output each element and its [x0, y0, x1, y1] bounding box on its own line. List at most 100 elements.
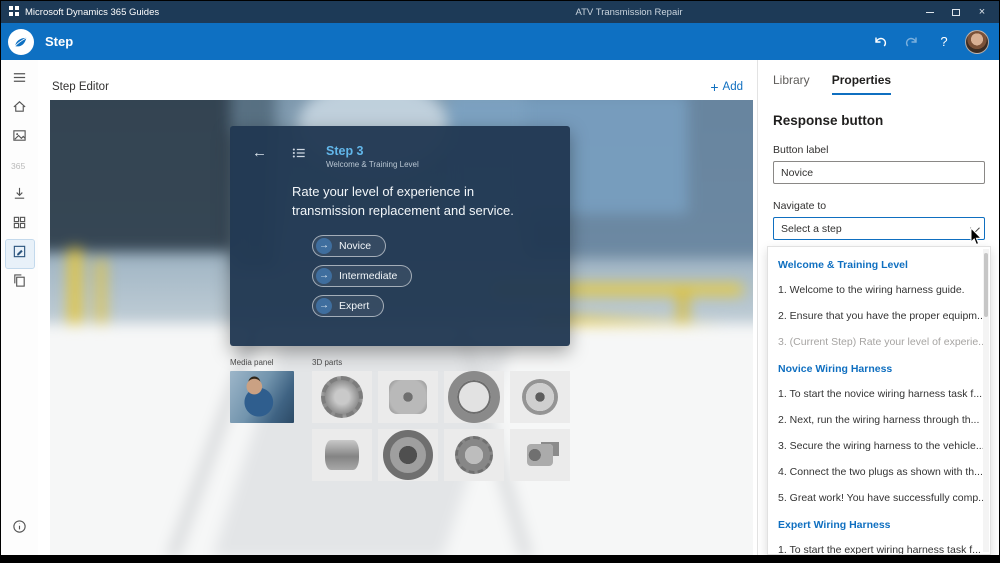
home-icon	[12, 99, 27, 119]
dropdown-item[interactable]: 5. Great work! You have successfully com…	[768, 485, 990, 511]
download-icon	[12, 186, 27, 206]
response-button-novice[interactable]: → Novice	[312, 234, 387, 257]
maximize-button[interactable]	[943, 1, 969, 23]
grid-icon	[12, 215, 27, 235]
button-label-input[interactable]	[773, 161, 985, 184]
arrow-circle-icon: →	[316, 297, 332, 314]
3d-part-thumbnail-bearing-ring[interactable]	[444, 371, 504, 423]
copy-icon	[12, 273, 27, 293]
image-icon	[12, 128, 27, 148]
undo-button[interactable]	[869, 31, 891, 53]
response-button-label: Novice	[339, 239, 372, 252]
dropdown-group-header: Expert Wiring Harness	[778, 519, 891, 531]
navigate-to-label: Navigate to	[773, 200, 827, 212]
info-icon	[12, 519, 27, 539]
response-button-label: Expert	[339, 299, 370, 312]
chevron-down-icon[interactable]	[969, 223, 980, 234]
response-button-intermediate[interactable]: → Intermediate	[312, 264, 413, 287]
step-label: Step 3	[326, 144, 364, 158]
user-avatar[interactable]	[965, 29, 989, 54]
sidebar-item-gallery[interactable]	[6, 211, 34, 239]
parts-panel: 3D parts	[312, 358, 574, 481]
titlebar: Microsoft Dynamics 365 Guides ATV Transm…	[1, 1, 999, 23]
minimize-icon	[926, 11, 934, 13]
parts-label: 3D parts	[312, 358, 343, 367]
sidebar-item-dynamics-365[interactable]: 365	[6, 153, 34, 181]
3d-part-thumbnail-bushing[interactable]	[312, 429, 372, 481]
editor-toolbar: Step Editor + Add	[38, 60, 757, 100]
3d-part-thumbnail-sprocket[interactable]	[444, 429, 504, 481]
editor-canvas[interactable]: ← Step 3 Welcome & Training Level Rate y…	[50, 100, 753, 555]
step-dropdown-list: Welcome & Training Level 1. Welcome to th…	[767, 246, 991, 555]
hamburger-icon	[12, 70, 27, 90]
step-card[interactable]: ← Step 3 Welcome & Training Level Rate y…	[230, 126, 570, 346]
redo-icon	[905, 37, 917, 46]
app-window: Microsoft Dynamics 365 Guides ATV Transm…	[0, 0, 1000, 563]
dropdown-scrollbar[interactable]	[983, 249, 989, 552]
close-icon: ×	[978, 6, 986, 18]
3d-part-thumbnail-u-joint[interactable]	[510, 429, 570, 481]
dropdown-item: 3. (Current Step) Rate your level of exp…	[778, 336, 987, 348]
window-bottom-edge	[1, 555, 999, 562]
d365-icon: 365	[11, 158, 29, 176]
navigate-to-select[interactable]: Select a step	[773, 217, 985, 240]
dropdown-item[interactable]: 3. Secure the wiring harness to the vehi…	[768, 433, 990, 459]
page-title: Step	[45, 34, 74, 49]
button-label-label: Button label	[773, 144, 829, 156]
step-editor-area: Step Editor + Add ← Step 3 Welcome & Tra…	[38, 60, 757, 555]
sidebar-item-menu[interactable]	[6, 66, 34, 94]
dropdown-item[interactable]: 1. Welcome to the wiring harness guide.	[768, 277, 990, 303]
dropdown-item[interactable]: 1. To start the expert wiring harness ta…	[768, 537, 990, 554]
add-button[interactable]: + Add	[710, 80, 743, 94]
step-edit-icon	[12, 244, 27, 264]
properties-panel: Library Properties Response button Butto…	[757, 60, 999, 555]
media-panel: Media panel	[230, 358, 296, 423]
3d-part-thumbnail-gearbox-housing[interactable]	[378, 371, 438, 423]
outline-list-icon[interactable]	[292, 144, 326, 165]
dropdown-group-header: Novice Wiring Harness	[778, 363, 893, 375]
dropdown-item[interactable]: 1. To start the novice wiring harness ta…	[768, 381, 990, 407]
minimize-button[interactable]	[917, 1, 943, 23]
media-panel-label: Media panel	[230, 358, 274, 367]
3d-part-thumbnail-gear[interactable]	[312, 371, 372, 423]
app-grid-icon	[9, 5, 19, 19]
sidebar-item-copy[interactable]	[6, 269, 34, 297]
panel-tabs: Library Properties	[758, 60, 999, 95]
scrollbar-thumb[interactable]	[984, 253, 988, 317]
plus-icon: +	[710, 79, 719, 95]
help-button[interactable]: ?	[933, 31, 955, 53]
media-thumbnail[interactable]	[230, 371, 294, 423]
sidebar-item-import[interactable]	[6, 182, 34, 210]
redo-button[interactable]	[901, 31, 923, 53]
tab-properties[interactable]: Properties	[831, 73, 892, 95]
dropdown-group-header: Welcome & Training Level	[778, 259, 908, 271]
back-arrow-icon[interactable]: ←	[252, 144, 292, 161]
dropdown-item[interactable]: 4. Connect the two plugs as shown with t…	[768, 459, 990, 485]
3d-part-thumbnail-flange[interactable]	[510, 371, 570, 423]
maximize-icon	[952, 8, 960, 16]
arrow-circle-icon: →	[316, 237, 332, 254]
sidebar-item-info[interactable]	[6, 515, 34, 543]
close-button[interactable]: ×	[969, 1, 995, 23]
sidebar-item-step-editor[interactable]	[4, 239, 35, 269]
response-button-expert[interactable]: → Expert	[312, 294, 385, 317]
document-title: ATV Transmission Repair	[575, 6, 683, 18]
undo-icon	[875, 37, 887, 46]
add-label: Add	[722, 81, 743, 93]
guides-logo	[8, 28, 34, 55]
3d-part-thumbnail-cv-joint[interactable]	[378, 429, 438, 481]
dropdown-item[interactable]: 2. Next, run the wiring harness through …	[768, 407, 990, 433]
sidebar-item-home[interactable]	[6, 95, 34, 123]
svg-text:365: 365	[11, 161, 25, 171]
dropdown-item[interactable]: 2. Ensure that you have the proper equip…	[768, 303, 990, 329]
tab-library[interactable]: Library	[773, 73, 810, 95]
sidebar-item-media[interactable]	[6, 124, 34, 152]
step-sublabel: Welcome & Training Level	[326, 160, 419, 169]
response-button-label: Intermediate	[339, 269, 398, 282]
sidebar: 365	[1, 60, 38, 555]
arrow-circle-icon: →	[316, 267, 332, 284]
help-icon: ?	[940, 34, 948, 49]
app-title: Microsoft Dynamics 365 Guides	[25, 6, 160, 18]
step-instruction: Rate your level of experience in transmi…	[292, 184, 514, 218]
editor-title: Step Editor	[52, 81, 109, 93]
